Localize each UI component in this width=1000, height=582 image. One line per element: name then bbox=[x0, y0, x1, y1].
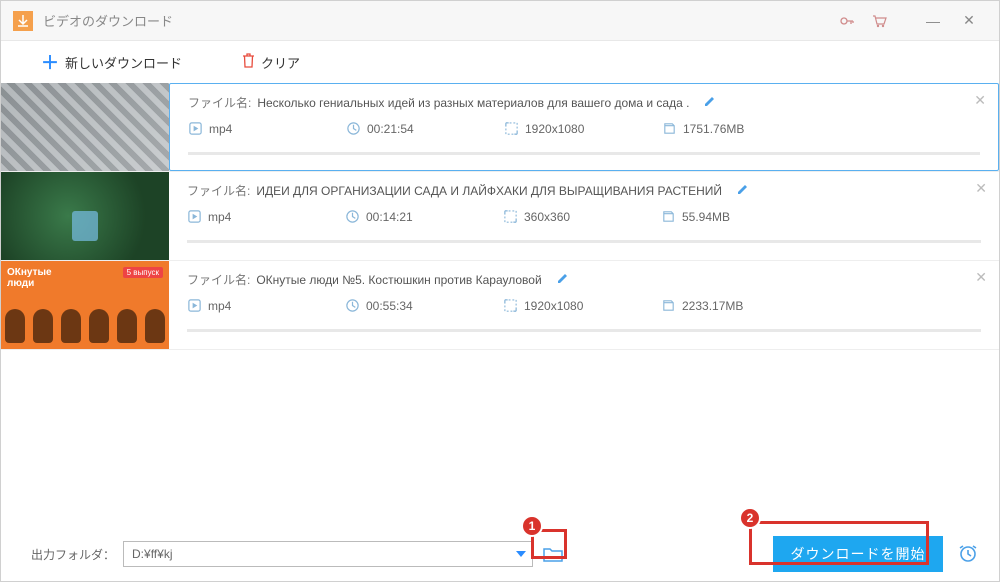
remove-item-button[interactable]: ✕ bbox=[975, 180, 987, 197]
toolbar: ＋ 新しいダウンロード クリア bbox=[1, 41, 999, 83]
format-icon bbox=[187, 298, 202, 313]
duration-value: 00:14:21 bbox=[366, 210, 413, 224]
size-value: 55.94MB bbox=[682, 210, 730, 224]
clock-icon bbox=[345, 209, 360, 224]
progress-bar bbox=[188, 152, 980, 155]
new-download-label: 新しいダウンロード bbox=[65, 53, 182, 72]
clear-button[interactable]: クリア bbox=[242, 53, 300, 72]
resolution-icon bbox=[503, 209, 518, 224]
output-folder-dropdown[interactable] bbox=[511, 544, 531, 564]
output-folder-label: 出力フォルダ： bbox=[31, 546, 115, 563]
key-icon[interactable] bbox=[831, 5, 863, 37]
resolution-value: 1920x1080 bbox=[524, 299, 583, 313]
filename-value: ОКнутые люди №5. Костюшкин против Караул… bbox=[256, 273, 541, 287]
progress-bar bbox=[187, 240, 981, 243]
clear-label: クリア bbox=[261, 53, 300, 72]
resolution-value: 360x360 bbox=[524, 210, 570, 224]
duration-value: 00:55:34 bbox=[366, 299, 413, 313]
duration-value: 00:21:54 bbox=[367, 122, 414, 136]
minimize-button[interactable]: — bbox=[915, 3, 951, 39]
schedule-button[interactable] bbox=[957, 542, 979, 567]
format-icon bbox=[188, 121, 203, 136]
clock-icon bbox=[346, 121, 361, 136]
edit-icon[interactable] bbox=[736, 183, 749, 199]
video-thumbnail bbox=[1, 83, 169, 171]
trash-icon bbox=[242, 53, 255, 71]
size-icon bbox=[661, 209, 676, 224]
format-icon bbox=[187, 209, 202, 224]
filename-label: ファイル名: bbox=[188, 94, 251, 111]
annotation-badge-2: 2 bbox=[739, 507, 761, 529]
filename-label: ファイル名: bbox=[187, 182, 250, 199]
download-item[interactable]: ОКнутыелюди 5 выпуск ✕ ファイル名: ОКнутые лю… bbox=[1, 261, 999, 350]
format-value: mp4 bbox=[208, 299, 231, 313]
size-icon bbox=[662, 121, 677, 136]
video-thumbnail bbox=[1, 172, 169, 260]
plus-icon: ＋ bbox=[41, 49, 59, 75]
remove-item-button[interactable]: ✕ bbox=[974, 92, 986, 109]
progress-bar bbox=[187, 329, 981, 332]
size-value: 1751.76MB bbox=[683, 122, 744, 136]
filename-value: Несколько гениальных идей из разных мате… bbox=[257, 96, 689, 110]
size-icon bbox=[661, 298, 676, 313]
output-folder-input[interactable] bbox=[123, 541, 533, 567]
download-list: ✕ ファイル名: Несколько гениальных идей из ра… bbox=[1, 83, 999, 350]
app-logo bbox=[13, 11, 33, 31]
remove-item-button[interactable]: ✕ bbox=[975, 269, 987, 286]
filename-label: ファイル名: bbox=[187, 271, 250, 288]
size-value: 2233.17MB bbox=[682, 299, 743, 313]
cart-icon[interactable] bbox=[863, 5, 895, 37]
clock-icon bbox=[345, 298, 360, 313]
edit-icon[interactable] bbox=[703, 95, 716, 111]
new-download-button[interactable]: ＋ 新しいダウンロード bbox=[41, 49, 182, 75]
start-download-label: ダウンロードを開始 bbox=[791, 544, 926, 564]
start-download-button[interactable]: ダウンロードを開始 bbox=[773, 536, 943, 572]
browse-folder-button[interactable] bbox=[543, 546, 563, 562]
video-thumbnail: ОКнутыелюди 5 выпуск bbox=[1, 261, 169, 349]
resolution-icon bbox=[503, 298, 518, 313]
filename-value: ИДЕИ ДЛЯ ОРГАНИЗАЦИИ САДА И ЛАЙФХАКИ ДЛЯ… bbox=[256, 184, 722, 198]
format-value: mp4 bbox=[209, 122, 232, 136]
footer-bar: 出力フォルダ： ダウンロードを開始 bbox=[1, 527, 999, 581]
resolution-value: 1920x1080 bbox=[525, 122, 584, 136]
format-value: mp4 bbox=[208, 210, 231, 224]
resolution-icon bbox=[504, 121, 519, 136]
annotation-badge-1: 1 bbox=[521, 515, 543, 537]
close-button[interactable]: ✕ bbox=[951, 3, 987, 39]
download-item[interactable]: ✕ ファイル名: ИДЕИ ДЛЯ ОРГАНИЗАЦИИ САДА И ЛАЙ… bbox=[1, 172, 999, 261]
window-title: ビデオのダウンロード bbox=[43, 11, 831, 30]
titlebar: ビデオのダウンロード — ✕ bbox=[1, 1, 999, 41]
edit-icon[interactable] bbox=[556, 272, 569, 288]
download-item[interactable]: ✕ ファイル名: Несколько гениальных идей из ра… bbox=[1, 83, 999, 172]
